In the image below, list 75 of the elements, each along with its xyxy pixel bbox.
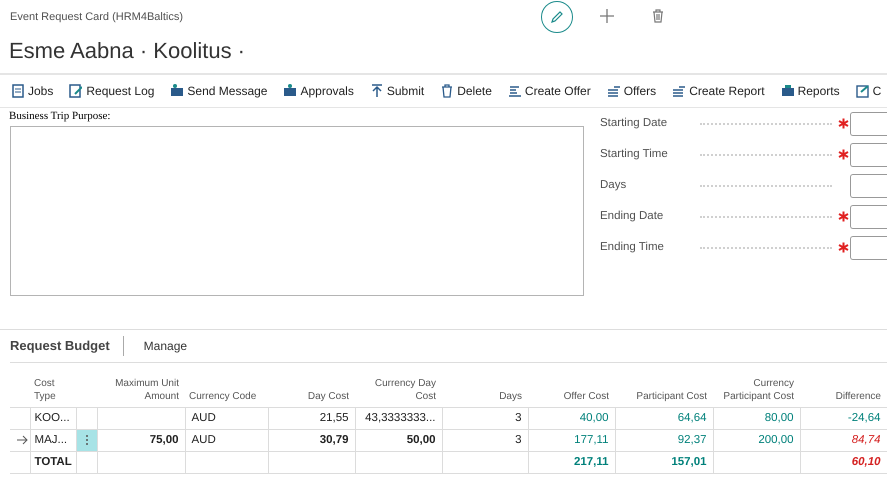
cost-type-cell: MAJ... bbox=[30, 429, 76, 451]
list-icon bbox=[671, 83, 686, 99]
field-label: Business Trip Purpose: bbox=[8, 111, 112, 122]
window-title: Event Request Card (HRM4Baltics) bbox=[9, 10, 184, 25]
column-header[interactable]: Currency Code bbox=[185, 363, 268, 407]
input-field[interactable] bbox=[850, 236, 887, 260]
table-cell: 177,11 bbox=[528, 429, 615, 451]
table-cell: 75,00 bbox=[97, 429, 185, 451]
toolbar-button[interactable]: Create Offer bbox=[502, 82, 602, 100]
field-label: Ending Date bbox=[599, 208, 664, 224]
cost-type-cell: TOTAL bbox=[30, 451, 76, 473]
field-label: Ending Time bbox=[599, 240, 665, 255]
column-header[interactable]: Cost Type bbox=[30, 363, 76, 407]
column-header[interactable]: Difference bbox=[800, 363, 887, 407]
list-icon bbox=[506, 83, 521, 99]
toolbar-button[interactable]: Delete bbox=[435, 82, 503, 100]
manage-tab[interactable]: Manage bbox=[144, 337, 188, 355]
input-field[interactable] bbox=[850, 142, 887, 166]
table-cell: 64,64 bbox=[615, 407, 713, 429]
trash-icon bbox=[650, 8, 666, 24]
toolbar-button[interactable]: Create Report bbox=[667, 82, 776, 100]
table-cell: 3 bbox=[442, 429, 528, 451]
table-cell: 30,79 bbox=[268, 429, 355, 451]
column-header[interactable]: Offer Cost bbox=[528, 363, 615, 407]
clipboard-icon bbox=[10, 83, 24, 99]
field-label: Starting Time bbox=[599, 146, 669, 162]
pencil-icon bbox=[549, 9, 565, 25]
field-label: Starting Date bbox=[599, 116, 668, 131]
table-cell: 157,01 bbox=[615, 451, 713, 473]
toolbar-button[interactable]: Send Message bbox=[165, 82, 278, 100]
cost-type-cell: KOO... bbox=[30, 407, 76, 429]
table-cell: 21,55 bbox=[268, 407, 355, 429]
table-cell: 43,3333333... bbox=[355, 407, 442, 429]
toolbar-button[interactable]: Offers bbox=[602, 82, 668, 100]
edit-list-icon bbox=[68, 83, 82, 99]
toolbar-button[interactable]: C bbox=[850, 82, 887, 100]
page-title: Esme Aabna · Koolitus · bbox=[8, 37, 246, 65]
column-header[interactable]: Currency Day Cost bbox=[355, 363, 442, 407]
table-cell: 92,37 bbox=[615, 429, 713, 451]
table-cell: AUD bbox=[185, 407, 268, 429]
more-icon bbox=[84, 434, 88, 446]
new-button[interactable] bbox=[597, 6, 617, 26]
edit-icon bbox=[854, 83, 869, 99]
table-cell: 217,11 bbox=[528, 451, 615, 473]
column-header[interactable]: Day Cost bbox=[268, 363, 355, 407]
trash-icon bbox=[439, 83, 454, 99]
table-cell: 50,00 bbox=[355, 429, 442, 451]
edit-button[interactable] bbox=[541, 1, 573, 33]
table-cell: AUD bbox=[185, 429, 268, 451]
column-header[interactable]: Maximum Unit Amount bbox=[97, 363, 185, 407]
input-field[interactable] bbox=[850, 112, 887, 136]
input-field[interactable] bbox=[850, 174, 887, 198]
section-title: Request Budget bbox=[10, 336, 124, 356]
table-cell: -24,64 bbox=[800, 407, 887, 429]
column-header[interactable]: Days bbox=[442, 363, 528, 407]
plus-icon bbox=[599, 8, 615, 24]
field-label: Days bbox=[599, 178, 628, 193]
required-icon bbox=[838, 149, 848, 160]
arrow-icon bbox=[16, 434, 28, 445]
required-icon bbox=[838, 242, 848, 253]
table-cell: 3 bbox=[442, 407, 528, 429]
list-icon bbox=[606, 83, 620, 99]
toolbar-button[interactable]: Submit bbox=[364, 82, 436, 100]
toolbar-button[interactable]: Jobs bbox=[6, 82, 64, 100]
table-cell: 200,00 bbox=[713, 429, 800, 451]
column-header[interactable]: Currency Participant Cost bbox=[713, 363, 800, 407]
toolbar-button[interactable]: Approvals bbox=[278, 82, 365, 100]
required-icon bbox=[838, 118, 848, 129]
toolbar-button[interactable]: Reports bbox=[776, 82, 851, 100]
input-field[interactable] bbox=[850, 204, 887, 228]
toolbar-button[interactable]: Request Log bbox=[64, 82, 166, 100]
required-icon bbox=[838, 211, 848, 222]
table-cell: 80,00 bbox=[713, 407, 800, 429]
table-cell: 40,00 bbox=[528, 407, 615, 429]
column-header[interactable]: Participant Cost bbox=[615, 363, 713, 407]
